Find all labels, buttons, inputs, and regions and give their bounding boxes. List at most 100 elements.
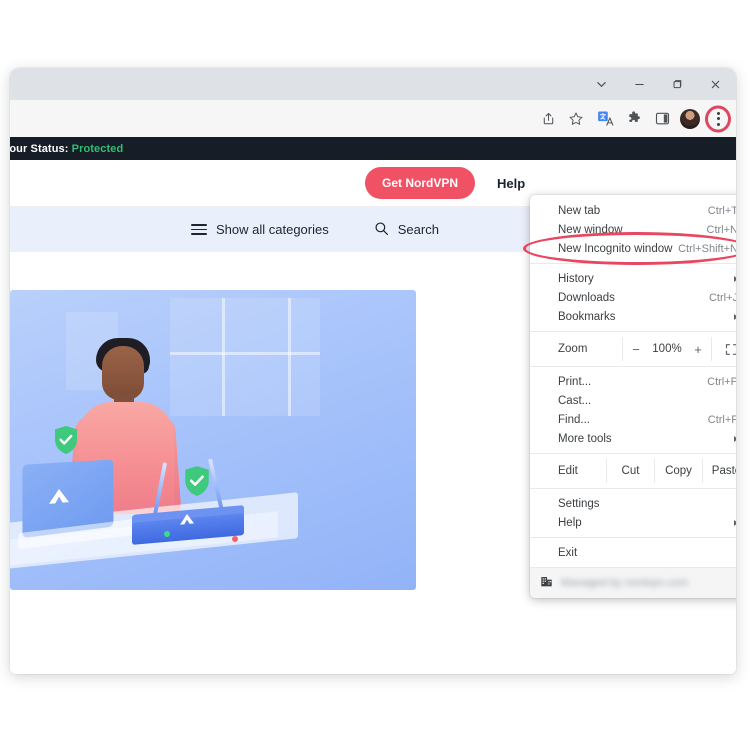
window-mullion-h bbox=[170, 352, 320, 355]
menu-accel: Ctrl+Shift+N bbox=[678, 242, 736, 255]
close-button[interactable] bbox=[696, 68, 734, 100]
zoom-value: 100% bbox=[652, 343, 682, 355]
menu-item-find[interactable]: Find... Ctrl+F bbox=[530, 410, 736, 429]
translate-icon[interactable] bbox=[590, 105, 620, 133]
menu-separator bbox=[530, 453, 736, 454]
status-value: Protected bbox=[71, 142, 124, 155]
menu-item-new-tab[interactable]: New tab Ctrl+T bbox=[530, 201, 736, 220]
menu-label: New Incognito window bbox=[558, 242, 673, 255]
window-pane-right bbox=[170, 298, 320, 416]
menu-label: Exit bbox=[558, 546, 578, 559]
edit-paste-button[interactable]: Paste bbox=[702, 459, 736, 483]
vpn-status-bar: · Your Status: Protected bbox=[10, 137, 736, 160]
search-item[interactable]: Search bbox=[374, 221, 439, 239]
router-led-red bbox=[232, 536, 238, 542]
window-controls bbox=[582, 68, 734, 100]
menu-label: Find... bbox=[558, 413, 590, 426]
zoom-out-button[interactable]: − bbox=[623, 337, 649, 361]
fullscreen-icon[interactable] bbox=[711, 337, 736, 361]
extensions-puzzle-icon[interactable] bbox=[620, 105, 648, 133]
menu-item-more-tools[interactable]: More tools bbox=[530, 429, 736, 448]
screenshot-stage: · Your Status: Protected Get NordVPN Hel… bbox=[0, 0, 750, 750]
status-text: · Your Status: Protected bbox=[10, 143, 123, 155]
edit-copy-button[interactable]: Copy bbox=[654, 459, 702, 483]
managed-by-text: Managed by nordvpn.com bbox=[561, 577, 689, 589]
search-icon bbox=[374, 221, 389, 239]
menu-accel: Ctrl+N bbox=[706, 223, 736, 236]
menu-label: Downloads bbox=[558, 291, 615, 304]
show-all-categories-item[interactable]: Show all categories bbox=[191, 222, 329, 237]
toolbar-icon-group bbox=[534, 100, 732, 137]
profile-avatar[interactable] bbox=[676, 105, 704, 133]
hero-illustration bbox=[10, 290, 416, 590]
menu-label: Help bbox=[558, 516, 582, 529]
menu-label: Bookmarks bbox=[558, 310, 616, 323]
menu-separator bbox=[530, 366, 736, 367]
header-actions: Get NordVPN Help bbox=[365, 160, 525, 206]
enterprise-building-icon bbox=[540, 575, 553, 591]
nordvpn-logo-laptop bbox=[46, 485, 72, 507]
status-prefix: · Your Status: bbox=[10, 142, 69, 155]
chevron-right-icon bbox=[734, 313, 736, 320]
chevron-right-icon bbox=[734, 275, 736, 282]
managed-by-footer: Managed by nordvpn.com bbox=[530, 567, 736, 598]
tab-search-button[interactable] bbox=[582, 68, 620, 100]
menu-accel: Ctrl+J bbox=[708, 291, 736, 304]
hamburger-icon bbox=[191, 224, 207, 235]
menu-separator bbox=[530, 537, 736, 538]
router-led-green bbox=[164, 531, 170, 537]
window-mullion-v2 bbox=[288, 298, 291, 416]
browser-window: · Your Status: Protected Get NordVPN Hel… bbox=[10, 68, 736, 674]
menu-item-settings[interactable]: Settings bbox=[530, 494, 736, 513]
zoom-in-button[interactable]: + bbox=[685, 337, 711, 361]
chrome-main-menu: New tab Ctrl+T New window Ctrl+N New Inc… bbox=[523, 195, 736, 598]
zoom-controls: − 100% + bbox=[622, 337, 711, 361]
edit-cut-button[interactable]: Cut bbox=[606, 459, 654, 483]
menu-item-print[interactable]: Print... Ctrl+P bbox=[530, 372, 736, 391]
menu-accel: Ctrl+P bbox=[707, 375, 736, 388]
menu-separator bbox=[530, 331, 736, 332]
window-mullion-v1 bbox=[222, 298, 225, 416]
menu-separator bbox=[530, 263, 736, 264]
menu-item-bookmarks[interactable]: Bookmarks bbox=[530, 307, 736, 326]
menu-item-downloads[interactable]: Downloads Ctrl+J bbox=[530, 288, 736, 307]
menu-zoom-row: Zoom − 100% + bbox=[530, 337, 736, 361]
person-head bbox=[102, 346, 144, 400]
menu-edit-row: Edit Cut Copy Paste bbox=[530, 459, 736, 483]
share-icon[interactable] bbox=[534, 105, 562, 133]
menu-item-new-window[interactable]: New window Ctrl+N bbox=[530, 220, 736, 239]
menu-label: Print... bbox=[558, 375, 592, 388]
menu-item-help[interactable]: Help bbox=[530, 513, 736, 532]
menu-accel: Ctrl+T bbox=[707, 204, 736, 217]
get-nordvpn-button[interactable]: Get NordVPN bbox=[365, 167, 476, 199]
minimize-button[interactable] bbox=[620, 68, 658, 100]
browser-toolbar bbox=[10, 100, 736, 138]
nordvpn-logo-router bbox=[178, 511, 196, 527]
menu-label: More tools bbox=[558, 432, 612, 445]
menu-item-cast[interactable]: Cast... bbox=[530, 391, 736, 410]
three-dot-menu-icon[interactable] bbox=[704, 105, 732, 133]
tab-strip bbox=[10, 68, 736, 100]
menu-label: History bbox=[558, 272, 594, 285]
avatar bbox=[680, 108, 700, 129]
menu-label: Cast... bbox=[558, 394, 592, 407]
menu-label: New tab bbox=[558, 204, 601, 217]
show-all-categories-label: Show all categories bbox=[216, 222, 329, 237]
chevron-right-icon bbox=[734, 519, 736, 526]
bookmark-star-icon[interactable] bbox=[562, 105, 590, 133]
menu-highlight-ring bbox=[705, 105, 731, 132]
edit-label: Edit bbox=[558, 465, 578, 477]
side-panel-icon[interactable] bbox=[648, 105, 676, 133]
menu-separator bbox=[530, 488, 736, 489]
help-link[interactable]: Help bbox=[497, 176, 525, 191]
menu-label: Settings bbox=[558, 497, 600, 510]
maximize-button[interactable] bbox=[658, 68, 696, 100]
search-label: Search bbox=[397, 222, 439, 237]
menu-item-new-incognito-window[interactable]: New Incognito window Ctrl+Shift+N bbox=[523, 232, 736, 265]
chevron-right-icon bbox=[734, 435, 736, 442]
zoom-label: Zoom bbox=[558, 343, 588, 355]
menu-label: New window bbox=[558, 223, 623, 236]
menu-accel: Ctrl+F bbox=[707, 413, 736, 426]
menu-item-exit[interactable]: Exit bbox=[530, 543, 736, 562]
menu-item-history[interactable]: History bbox=[530, 269, 736, 288]
